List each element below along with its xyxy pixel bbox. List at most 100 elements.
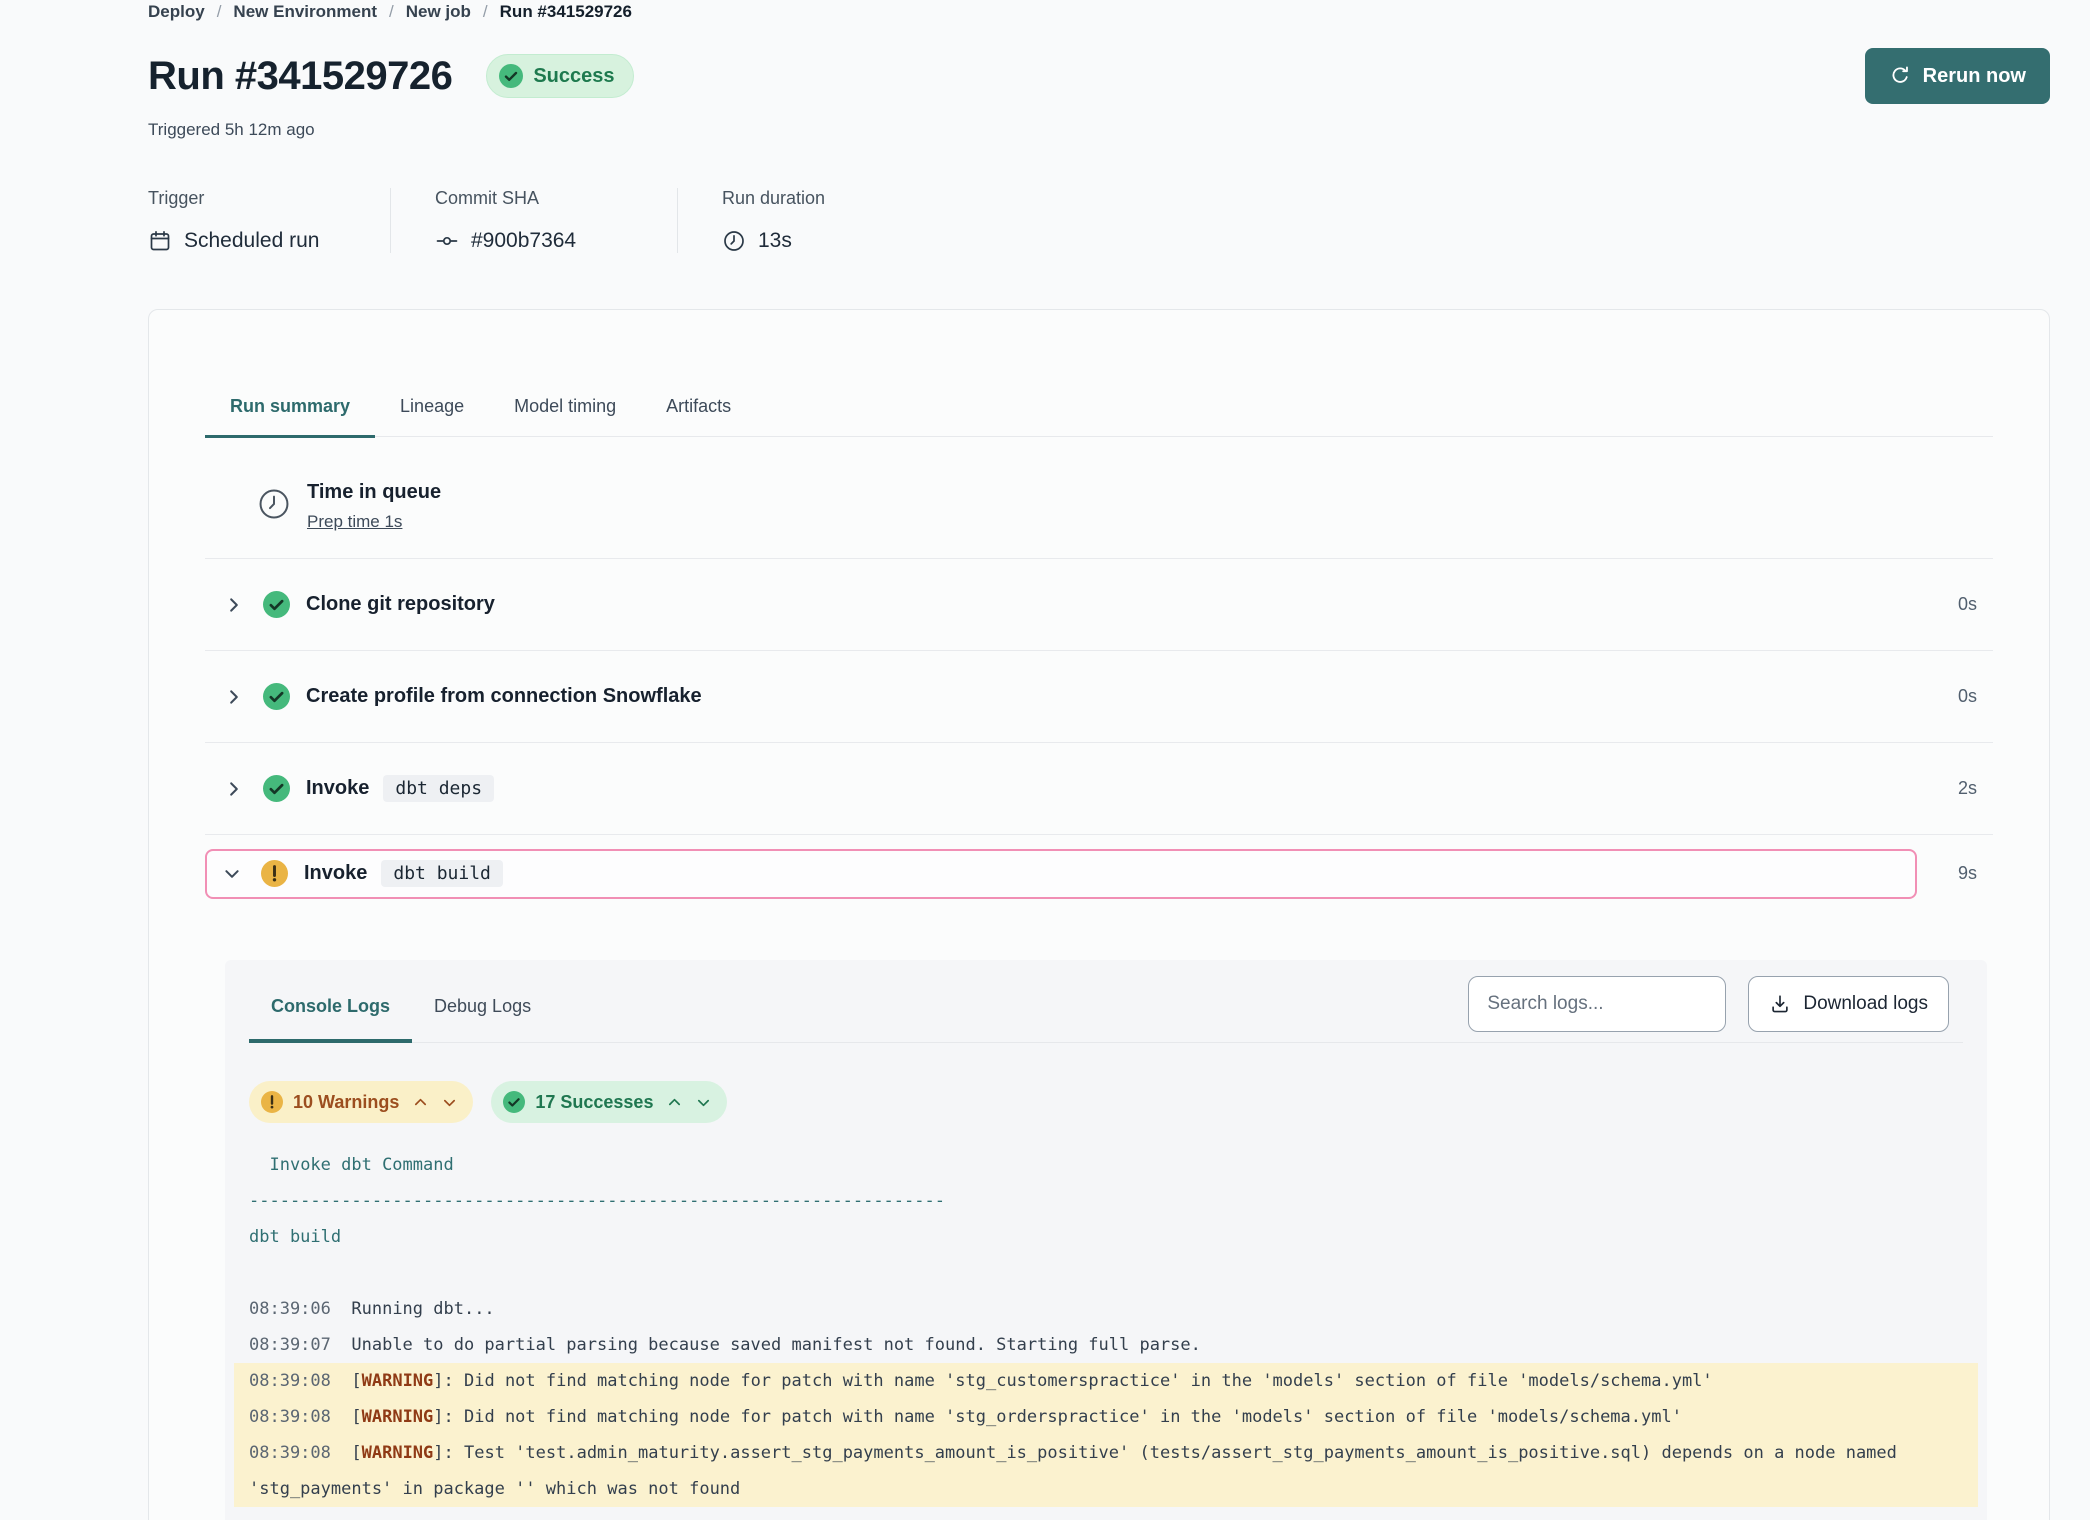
- chevron-down-icon[interactable]: [696, 1095, 711, 1110]
- download-logs-button[interactable]: Download logs: [1748, 976, 1949, 1032]
- step-duration: 2s: [1943, 778, 1977, 799]
- check-circle-icon: [499, 64, 523, 88]
- log-line: 08:39:07 Unable to do partial parsing be…: [249, 1327, 1963, 1363]
- log-count-pill-17-successes: 17 Successes: [491, 1081, 727, 1123]
- meta-label: Trigger: [148, 188, 344, 209]
- status-badge-label: Success: [533, 65, 614, 88]
- step-row-clone-git-repository[interactable]: Clone git repository 0s: [205, 558, 1993, 650]
- console-tab-console-logs[interactable]: Console Logs: [249, 976, 412, 1043]
- meta-divider: [677, 188, 678, 253]
- meta-column: Trigger Scheduled run: [148, 188, 390, 253]
- breadcrumb-item-deploy[interactable]: Deploy: [148, 2, 205, 22]
- log-line-warning: 08:39:08 [WARNING]: Did not find matchin…: [234, 1363, 1978, 1399]
- download-icon: [1769, 993, 1791, 1015]
- log-count-label: 10 Warnings: [293, 1092, 399, 1113]
- main-tabs: Run summaryLineageModel timingArtifacts: [205, 396, 1993, 437]
- time-in-queue-title: Time in queue: [307, 481, 441, 504]
- console-panel: Console LogsDebug Logs Download logs 10 …: [225, 960, 1987, 1520]
- clock-icon: [257, 487, 291, 521]
- meta-value-text: #900b7364: [471, 229, 576, 253]
- breadcrumb-separator: /: [217, 2, 222, 22]
- log-timestamp: 08:39:07: [249, 1335, 331, 1355]
- meta-label: Run duration: [722, 188, 918, 209]
- chevron-right-icon[interactable]: [225, 780, 243, 798]
- header-row: Run #341529726 Success Rerun now: [148, 48, 2050, 104]
- log-warning-level: WARNING: [362, 1443, 434, 1463]
- console-log: Invoke dbt Command----------------------…: [249, 1147, 1963, 1507]
- step-main: Create profile from connection Snowflake: [225, 683, 1943, 710]
- chevron-up-icon[interactable]: [413, 1095, 428, 1110]
- search-logs-input[interactable]: [1468, 976, 1726, 1032]
- rerun-now-button[interactable]: Rerun now: [1865, 48, 2050, 104]
- breadcrumb-separator: /: [389, 2, 394, 22]
- tab-run-summary[interactable]: Run summary: [205, 396, 375, 438]
- chevron-right-icon[interactable]: [225, 688, 243, 706]
- log-intro: Invoke dbt Command----------------------…: [249, 1147, 1963, 1291]
- step-row-invoke-dbt-deps[interactable]: Invoke dbt deps 2s: [205, 742, 1993, 834]
- chevron-down-icon[interactable]: [223, 865, 241, 883]
- step-command-chip: dbt deps: [383, 775, 494, 802]
- breadcrumb: Deploy / New Environment / New job / Run #3415…: [148, 0, 2050, 22]
- meta-value: Scheduled run: [148, 229, 344, 253]
- log-lines: 08:39:06 Running dbt...08:39:07 Unable t…: [249, 1291, 1963, 1507]
- calendar-icon: [148, 229, 172, 253]
- console-tabs: Console LogsDebug Logs: [249, 976, 553, 1042]
- log-line-warning: 08:39:08 [WARNING]: Did not find matchin…: [234, 1399, 1978, 1435]
- check-circle-icon: [503, 1091, 525, 1113]
- run-page: Deploy / New Environment / New job / Run #3415…: [0, 0, 2090, 1520]
- meta-divider: [390, 188, 391, 253]
- step-name: Create profile from connection Snowflake: [306, 685, 702, 708]
- check-circle-icon: [263, 775, 290, 802]
- log-timestamp: 08:39:08: [249, 1407, 331, 1427]
- console-header: Console LogsDebug Logs Download logs: [249, 970, 1963, 1043]
- log-line: [249, 1255, 1963, 1291]
- tab-lineage[interactable]: Lineage: [375, 396, 489, 436]
- log-warning-level: WARNING: [362, 1371, 434, 1391]
- steps-list: Clone git repository 0s Create profile f…: [205, 558, 1993, 912]
- step-row-create-profile-from-connection-snowflake[interactable]: Create profile from connection Snowflake…: [205, 650, 1993, 742]
- status-badge: Success: [486, 54, 633, 98]
- time-in-queue-block: Time in queue Prep time 1s: [205, 481, 1993, 532]
- run-summary-card: Run summaryLineageModel timingArtifacts …: [148, 309, 2050, 1520]
- chevron-right-icon[interactable]: [225, 596, 243, 614]
- step-row-invoke-dbt-build[interactable]: Invoke dbt build 9s: [205, 834, 1993, 912]
- log-timestamp: 08:39:06: [249, 1299, 331, 1319]
- rerun-now-label: Rerun now: [1923, 65, 2026, 88]
- log-count-badges: 10 Warnings 17 Successes: [249, 1081, 1963, 1123]
- step-command-chip: dbt build: [381, 860, 503, 887]
- console-controls: Download logs: [1468, 970, 1963, 1042]
- check-circle-icon: [263, 591, 290, 618]
- clock-icon: [722, 229, 746, 253]
- page-title: Run #341529726: [148, 54, 452, 99]
- log-timestamp: 08:39:08: [249, 1371, 331, 1391]
- chevron-up-icon[interactable]: [667, 1095, 682, 1110]
- log-timestamp: 08:39:08: [249, 1443, 331, 1463]
- tab-artifacts[interactable]: Artifacts: [641, 396, 756, 436]
- step-name: Invoke: [304, 862, 367, 885]
- meta-column: Commit SHA #900b7364: [435, 188, 677, 253]
- breadcrumb-item-run-341529726: Run #341529726: [500, 2, 632, 22]
- breadcrumb-item-new-job[interactable]: New job: [406, 2, 471, 22]
- breadcrumb-separator: /: [483, 2, 488, 22]
- step-name: Clone git repository: [306, 593, 495, 616]
- meta-label: Commit SHA: [435, 188, 631, 209]
- log-count-label: 17 Successes: [535, 1092, 653, 1113]
- breadcrumb-item-new-environment[interactable]: New Environment: [233, 2, 377, 22]
- log-line: 08:39:06 Running dbt...: [249, 1291, 1963, 1327]
- step-duration: 0s: [1943, 686, 1977, 707]
- commit-icon: [435, 229, 459, 253]
- console-tab-debug-logs[interactable]: Debug Logs: [412, 976, 553, 1042]
- meta-value: 13s: [722, 229, 918, 253]
- prep-time-link[interactable]: Prep time 1s: [307, 512, 402, 532]
- tab-model-timing[interactable]: Model timing: [489, 396, 641, 436]
- log-count-pill-10-warnings: 10 Warnings: [249, 1081, 473, 1123]
- step-main: Clone git repository: [225, 591, 1943, 618]
- meta-value-text: Scheduled run: [184, 229, 319, 253]
- log-line: ----------------------------------------…: [249, 1183, 1963, 1219]
- step-duration: 0s: [1943, 594, 1977, 615]
- check-circle-icon: [263, 683, 290, 710]
- log-line-warning: 08:39:08 [WARNING]: Test 'test.admin_mat…: [234, 1435, 1978, 1507]
- log-warning-level: WARNING: [362, 1407, 434, 1427]
- meta-column: Run duration 13s: [722, 188, 964, 253]
- chevron-down-icon[interactable]: [442, 1095, 457, 1110]
